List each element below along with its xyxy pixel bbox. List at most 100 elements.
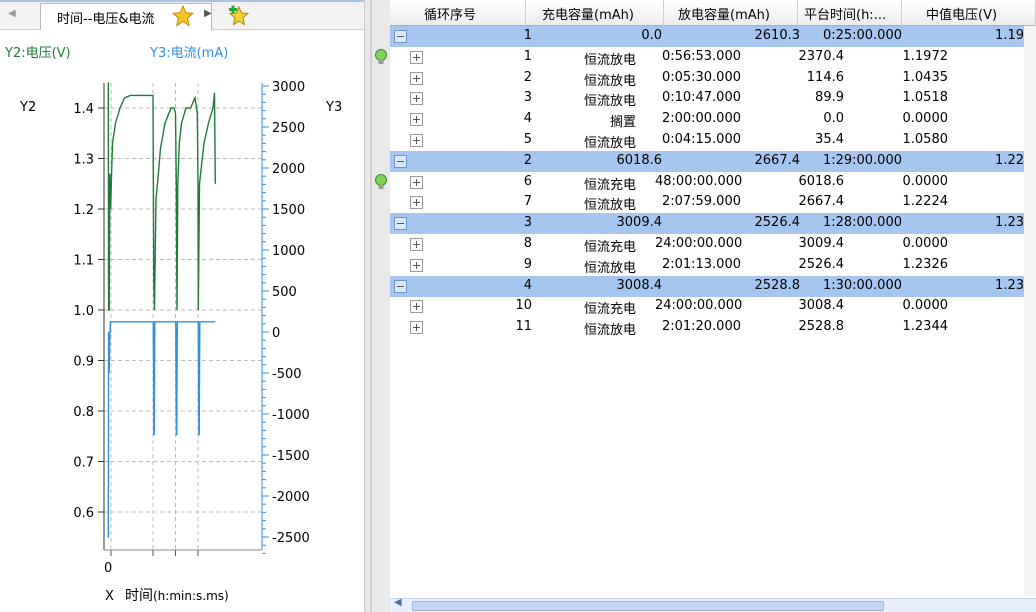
expand-icon[interactable] (410, 238, 423, 251)
grid-cell: 11 (515, 319, 532, 335)
y3-tick-label: -1500 (272, 449, 310, 464)
step-row[interactable]: 4 搁置 2:00:00.000 0.0 0.0000 (390, 109, 1036, 130)
grid-cell: 0.0 (823, 111, 844, 127)
column-header-4[interactable]: 平台时间(h:... (798, 0, 902, 26)
grid-cell: 1.0518 (902, 90, 949, 106)
horizontal-scroll-thumb[interactable] (412, 601, 884, 611)
horizontal-scrollbar[interactable]: ◀ (390, 597, 1036, 612)
grid-cell: 2370.4 (798, 48, 845, 64)
tab-label: 时间--电压&电流 (57, 12, 155, 27)
column-header-5[interactable]: 中值电压(V) (902, 0, 1036, 26)
grid-cell: 1.2224 (902, 194, 949, 210)
y2-tick-label: 1.2 (73, 203, 94, 218)
grid-cell: 3008.4 (798, 298, 845, 314)
expand-icon[interactable] (410, 71, 423, 85)
grid-cell: 4 (523, 111, 532, 127)
step-row[interactable]: 7 恒流放电 2:07:59.000 2667.4 1.2224 (390, 192, 1036, 213)
grid-cell: 1.19 (995, 28, 1024, 43)
grid-cell: 2526.4 (754, 215, 801, 231)
grid-cell: 0.0000 (902, 111, 949, 127)
grid-cell: 恒流放电 (583, 52, 636, 68)
voltage-series-line (107, 82, 216, 311)
favorite-star-icon[interactable] (172, 5, 194, 27)
step-row[interactable]: 3 恒流放电 0:10:47.000 89.9 1.0518 (390, 88, 1036, 109)
tab-scroll-right-icon[interactable]: ▶ (204, 8, 212, 19)
cycle-summary-row[interactable]: 2 6018.6 2667.4 1:29:00.000 1.22 (390, 150, 1036, 172)
grid-cell: 恒流放电 (583, 73, 636, 89)
grid-cell: 恒流充电 (583, 240, 636, 255)
y2-tick-label: 1.4 (73, 102, 94, 117)
grid-cell: 1:29:00.000 (822, 152, 902, 168)
grid-cell: 1.22 (995, 152, 1024, 168)
collapse-icon[interactable] (394, 154, 407, 168)
status-bulb-icon (375, 48, 387, 64)
grid-cell: 114.6 (806, 69, 844, 85)
expand-icon[interactable] (410, 196, 423, 210)
grid-cell: 6018.6 (616, 152, 663, 168)
y3-tick-label: 1000 (272, 244, 305, 259)
y2-tick-label: 0.7 (73, 456, 94, 471)
expand-icon[interactable] (410, 321, 423, 335)
collapse-icon[interactable] (394, 30, 407, 43)
column-header-2[interactable]: 充电容量(mAh) (526, 0, 664, 26)
vertical-scrollbar[interactable] (1024, 26, 1036, 596)
expander-bar-v (416, 261, 417, 269)
step-row[interactable]: 8 恒流充电 24:00:00.000 3009.4 0.0000 (390, 234, 1036, 255)
cycle-summary-row[interactable]: 3 3009.4 2526.4 1:28:00.000 1.23 (390, 213, 1036, 235)
grid-cell: 1 (523, 48, 532, 64)
grid-cell: 0:05:30.000 (661, 69, 741, 85)
expander-bar-h (397, 285, 404, 287)
grid-cell: 1 (523, 28, 532, 43)
scroll-left-arrow-icon[interactable]: ◀ (394, 597, 402, 608)
y2-tick-label: 0.9 (73, 355, 94, 370)
cycle-summary-row[interactable]: 4 3008.4 2528.8 1:30:00.000 1.23 (390, 275, 1036, 297)
grid-cell: 10 (515, 298, 532, 314)
expand-icon[interactable] (410, 113, 423, 127)
collapse-icon[interactable] (394, 279, 407, 293)
grid-cell: 1.23 (995, 215, 1024, 231)
step-row[interactable]: 6 恒流充电 48:00:00.000 6018.6 0.0000 (390, 172, 1036, 193)
y2-tick-label: 1.0 (73, 304, 94, 319)
step-row[interactable]: 5 恒流放电 0:04:15.000 35.4 1.0580 (390, 130, 1036, 151)
grid-cell: 2:01:13.000 (661, 256, 741, 272)
y3-axis-name: Y3 (325, 100, 342, 115)
collapse-icon[interactable] (394, 217, 407, 231)
expand-icon[interactable] (410, 258, 423, 272)
chart-tab-bar: ◀ 时间--电压&电流 ▶ (0, 0, 364, 30)
chart-grid (104, 83, 262, 550)
add-favorite-icon[interactable] (228, 5, 250, 27)
expand-icon[interactable] (410, 300, 423, 314)
grid-cell: 1.2326 (902, 256, 949, 272)
step-row[interactable]: 10 恒流充电 24:00:00.000 3008.4 0.0000 (390, 296, 1036, 317)
step-row[interactable]: 1 恒流放电 0:56:53.000 2370.4 1.1972 (390, 47, 1036, 68)
y2-axis-name: Y2 (19, 100, 36, 115)
expand-icon[interactable] (410, 92, 423, 106)
grid-cell: 2526.4 (798, 256, 845, 272)
grid-cell: 1.0580 (902, 132, 949, 147)
status-bulb-icon (375, 173, 387, 189)
grid-cell: 恒流充电 (583, 177, 636, 193)
grid-cell: 4 (523, 277, 532, 293)
expander-bar-v (416, 241, 417, 248)
step-row[interactable]: 11 恒流放电 2:01:20.000 2528.8 1.2344 (390, 317, 1036, 338)
expand-icon[interactable] (410, 50, 423, 64)
grid-cell: 2:01:20.000 (661, 319, 741, 335)
expand-icon[interactable] (410, 134, 423, 147)
expander-bar-v (416, 74, 417, 82)
grid-cell: 1:30:00.000 (822, 277, 902, 293)
grid-cell: 3009.4 (616, 215, 663, 231)
step-row[interactable]: 9 恒流放电 2:01:13.000 2526.4 1.2326 (390, 255, 1036, 276)
grid-cell: 7 (523, 194, 532, 210)
expand-icon[interactable] (410, 175, 423, 189)
y3-tick-label: 2000 (272, 162, 305, 177)
cycle-summary-row[interactable]: 1 0.0 2610.3 0:25:00.000 1.19 (390, 26, 1036, 47)
x-axis-label: 时间(h:min:s.ms) (125, 588, 229, 604)
panel-splitter[interactable] (364, 0, 390, 612)
grid-cell: 恒流放电 (583, 260, 636, 276)
column-header-3[interactable]: 放电容量(mAh) (664, 0, 798, 26)
grid-cell: 1.0435 (902, 69, 949, 85)
column-header-1[interactable]: 循环序号 (390, 0, 526, 26)
tab-scroll-left-icon[interactable]: ◀ (8, 8, 16, 19)
grid-header: 循环序号 充电容量(mAh) 放电容量(mAh) 平台时间(h:... 中值电压(V) (390, 0, 1036, 26)
step-row[interactable]: 2 恒流放电 0:05:30.000 114.6 1.0435 (390, 68, 1036, 89)
